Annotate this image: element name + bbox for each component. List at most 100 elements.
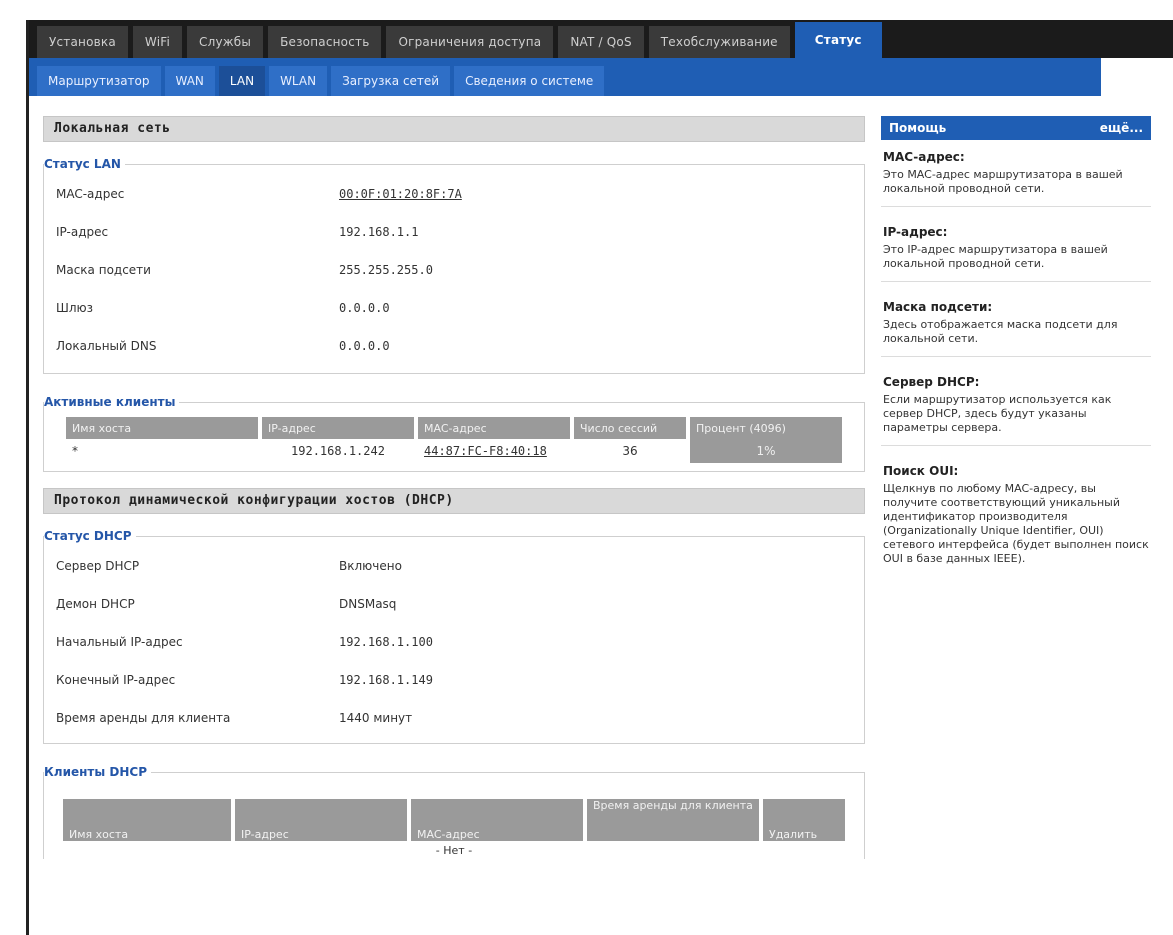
table-row: * 192.168.1.242 44:87:FC-F8:40:18 36 1% bbox=[66, 439, 842, 463]
help-item-text: Щелкнув по любому MAC-адресу, вы получит… bbox=[883, 482, 1149, 565]
tab-services[interactable]: Службы bbox=[187, 26, 264, 58]
lan-ip-value: 192.168.1.1 bbox=[339, 225, 419, 239]
help-header: Помощь ещё... bbox=[881, 116, 1151, 140]
dhcp-start-value: 192.168.1.100 bbox=[339, 635, 433, 649]
lan-netmask-value: 255.255.255.0 bbox=[339, 263, 433, 277]
tab-setup[interactable]: Установка bbox=[37, 26, 128, 58]
dhcp-row-daemon: Демон DHCP DNSMasq bbox=[44, 585, 864, 623]
lan-dns-label: Локальный DNS bbox=[56, 339, 157, 353]
lan-dns-value: 0.0.0.0 bbox=[339, 339, 390, 353]
tab-status[interactable]: Статус bbox=[794, 22, 882, 58]
tab-security[interactable]: Безопасность bbox=[268, 26, 382, 58]
dhcp-col-delete: Удалить bbox=[763, 799, 845, 841]
dhcp-server-label: Сервер DHCP bbox=[56, 559, 140, 573]
help-item-title: IP-адрес: bbox=[883, 225, 948, 239]
help-title: Помощь bbox=[889, 121, 947, 135]
active-clients-table: Имя хоста IP-адрес MAC-адрес Число сесси… bbox=[62, 417, 846, 463]
client-mac[interactable]: 44:87:FC-F8:40:18 bbox=[418, 439, 570, 463]
help-item-title: MAC-адрес: bbox=[883, 150, 965, 164]
tab-administration[interactable]: Техобслуживание bbox=[648, 26, 790, 58]
lan-ip-label: IP-адрес bbox=[56, 225, 109, 239]
dhcp-start-label: Начальный IP-адрес bbox=[56, 635, 183, 649]
help-item-oui: Поиск OUI: Щелкнув по любому MAC-адресу,… bbox=[881, 446, 1151, 576]
dhcp-col-lease: Время аренды для клиента bbox=[587, 799, 759, 841]
help-item-text: Это MAC-адрес маршрутизатора в вашей лок… bbox=[883, 168, 1123, 195]
help-item-text: Здесь отображается маска подсети для лок… bbox=[883, 318, 1118, 345]
main-content: Локальная сеть Статус LAN MAC-адрес 00:0… bbox=[43, 116, 865, 859]
dhcp-clients-header-row: Имя хоста IP-адрес MAC-адрес Время аренд… bbox=[63, 799, 845, 841]
dhcp-clients-legend: Клиенты DHCP bbox=[44, 765, 152, 779]
client-ip: 192.168.1.242 bbox=[291, 444, 385, 458]
lan-status-legend: Статус LAN bbox=[44, 157, 125, 171]
dhcp-lease-value: 1440 минут bbox=[339, 711, 413, 725]
dhcp-lease-label: Время аренды для клиента bbox=[56, 711, 231, 725]
help-item-netmask: Маска подсети: Здесь отображается маска … bbox=[881, 282, 1151, 357]
dhcp-end-value: 192.168.1.149 bbox=[339, 673, 433, 687]
col-percent: Процент (4096) bbox=[690, 417, 842, 439]
subtab-lan[interactable]: LAN bbox=[218, 66, 266, 96]
router-status-page: Установка WiFi Службы Безопасность Огран… bbox=[0, 0, 1173, 935]
table-row: - Нет - bbox=[63, 841, 845, 859]
tab-access-restrictions[interactable]: Ограничения доступа bbox=[386, 26, 554, 58]
lan-row-netmask: Маска подсети 255.255.255.0 bbox=[44, 251, 864, 289]
client-sessions: 36 bbox=[622, 444, 638, 458]
sub-nav: Маршрутизатор WAN LAN WLAN Загрузка сете… bbox=[29, 58, 1101, 96]
lan-row-ip: IP-адрес 192.168.1.1 bbox=[44, 213, 864, 251]
lan-netmask-label: Маска подсети bbox=[56, 263, 151, 277]
help-item-ip: IP-адрес: Это IP-адрес маршрутизатора в … bbox=[881, 207, 1151, 282]
dhcp-clients-table: Имя хоста IP-адрес MAC-адрес Время аренд… bbox=[59, 799, 849, 859]
help-item-dhcp: Сервер DHCP: Если маршрутизатор использу… bbox=[881, 357, 1151, 446]
help-more-link[interactable]: ещё... bbox=[1100, 116, 1143, 140]
dhcp-clients-empty: - Нет - bbox=[435, 843, 473, 857]
col-sessions: Число сессий bbox=[574, 417, 686, 439]
dhcp-server-value: Включено bbox=[339, 559, 402, 573]
subtab-wlan[interactable]: WLAN bbox=[269, 66, 328, 96]
dhcp-daemon-label: Демон DHCP bbox=[56, 597, 135, 611]
active-clients-legend: Активные клиенты bbox=[44, 395, 180, 409]
lan-row-mac: MAC-адрес 00:0F:01:20:8F:7A bbox=[44, 175, 864, 213]
lan-section-title: Локальная сеть bbox=[43, 116, 865, 142]
dhcp-row-server: Сервер DHCP Включено bbox=[44, 547, 864, 585]
subtab-bandwidth[interactable]: Загрузка сетей bbox=[331, 66, 451, 96]
dhcp-col-mac: MAC-адрес bbox=[411, 799, 583, 841]
left-border bbox=[26, 20, 29, 935]
dhcp-col-hostname: Имя хоста bbox=[63, 799, 231, 841]
lan-mac-value[interactable]: 00:0F:01:20:8F:7A bbox=[339, 187, 864, 201]
dhcp-clients-group: Клиенты DHCP Имя хоста IP-адрес MAC-адре… bbox=[43, 765, 865, 859]
help-panel: Помощь ещё... MAC-адрес: Это MAC-адрес м… bbox=[881, 116, 1151, 576]
dhcp-col-ip: IP-адрес bbox=[235, 799, 407, 841]
subtab-sysinfo[interactable]: Сведения о системе bbox=[454, 66, 605, 96]
subtab-router[interactable]: Маршрутизатор bbox=[37, 66, 161, 96]
tab-wifi[interactable]: WiFi bbox=[132, 26, 183, 58]
lan-row-gateway: Шлюз 0.0.0.0 bbox=[44, 289, 864, 327]
help-item-text: Это IP-адрес маршрутизатора в вашей лока… bbox=[883, 243, 1108, 270]
dhcp-daemon-value: DNSMasq bbox=[339, 597, 397, 611]
lan-gateway-label: Шлюз bbox=[56, 301, 93, 315]
lan-row-dns: Локальный DNS 0.0.0.0 bbox=[44, 327, 864, 365]
help-item-title: Маска подсети: bbox=[883, 300, 993, 314]
col-hostname: Имя хоста bbox=[66, 417, 258, 439]
help-item-title: Сервер DHCP: bbox=[883, 375, 980, 389]
subtab-wan[interactable]: WAN bbox=[164, 66, 215, 96]
col-mac: MAC-адрес bbox=[418, 417, 570, 439]
help-item-text: Если маршрутизатор используется как серв… bbox=[883, 393, 1112, 434]
help-item-title: Поиск OUI: bbox=[883, 464, 959, 478]
client-hostname: * bbox=[72, 444, 78, 458]
active-clients-header-row: Имя хоста IP-адрес MAC-адрес Число сесси… bbox=[66, 417, 842, 439]
active-clients-group: Активные клиенты Имя хоста IP-адрес MAC-… bbox=[43, 395, 865, 472]
tab-nat-qos[interactable]: NAT / QoS bbox=[558, 26, 644, 58]
main-nav: Установка WiFi Службы Безопасность Огран… bbox=[29, 20, 1173, 58]
col-ip: IP-адрес bbox=[262, 417, 414, 439]
help-item-mac: MAC-адрес: Это MAC-адрес маршрутизатора … bbox=[881, 140, 1151, 207]
dhcp-row-lease: Время аренды для клиента 1440 минут bbox=[44, 699, 864, 737]
dhcp-section-title: Протокол динамической конфигурации хосто… bbox=[43, 488, 865, 514]
lan-status-group: Статус LAN MAC-адрес 00:0F:01:20:8F:7A I… bbox=[43, 157, 865, 374]
dhcp-row-end: Конечный IP-адрес 192.168.1.149 bbox=[44, 661, 864, 699]
client-percent: 1% bbox=[690, 439, 842, 463]
lan-mac-label: MAC-адрес bbox=[56, 187, 125, 201]
lan-gateway-value: 0.0.0.0 bbox=[339, 301, 390, 315]
dhcp-status-group: Статус DHCP Сервер DHCP Включено Демон D… bbox=[43, 529, 865, 744]
dhcp-end-label: Конечный IP-адрес bbox=[56, 673, 176, 687]
dhcp-status-legend: Статус DHCP bbox=[44, 529, 136, 543]
dhcp-row-start: Начальный IP-адрес 192.168.1.100 bbox=[44, 623, 864, 661]
